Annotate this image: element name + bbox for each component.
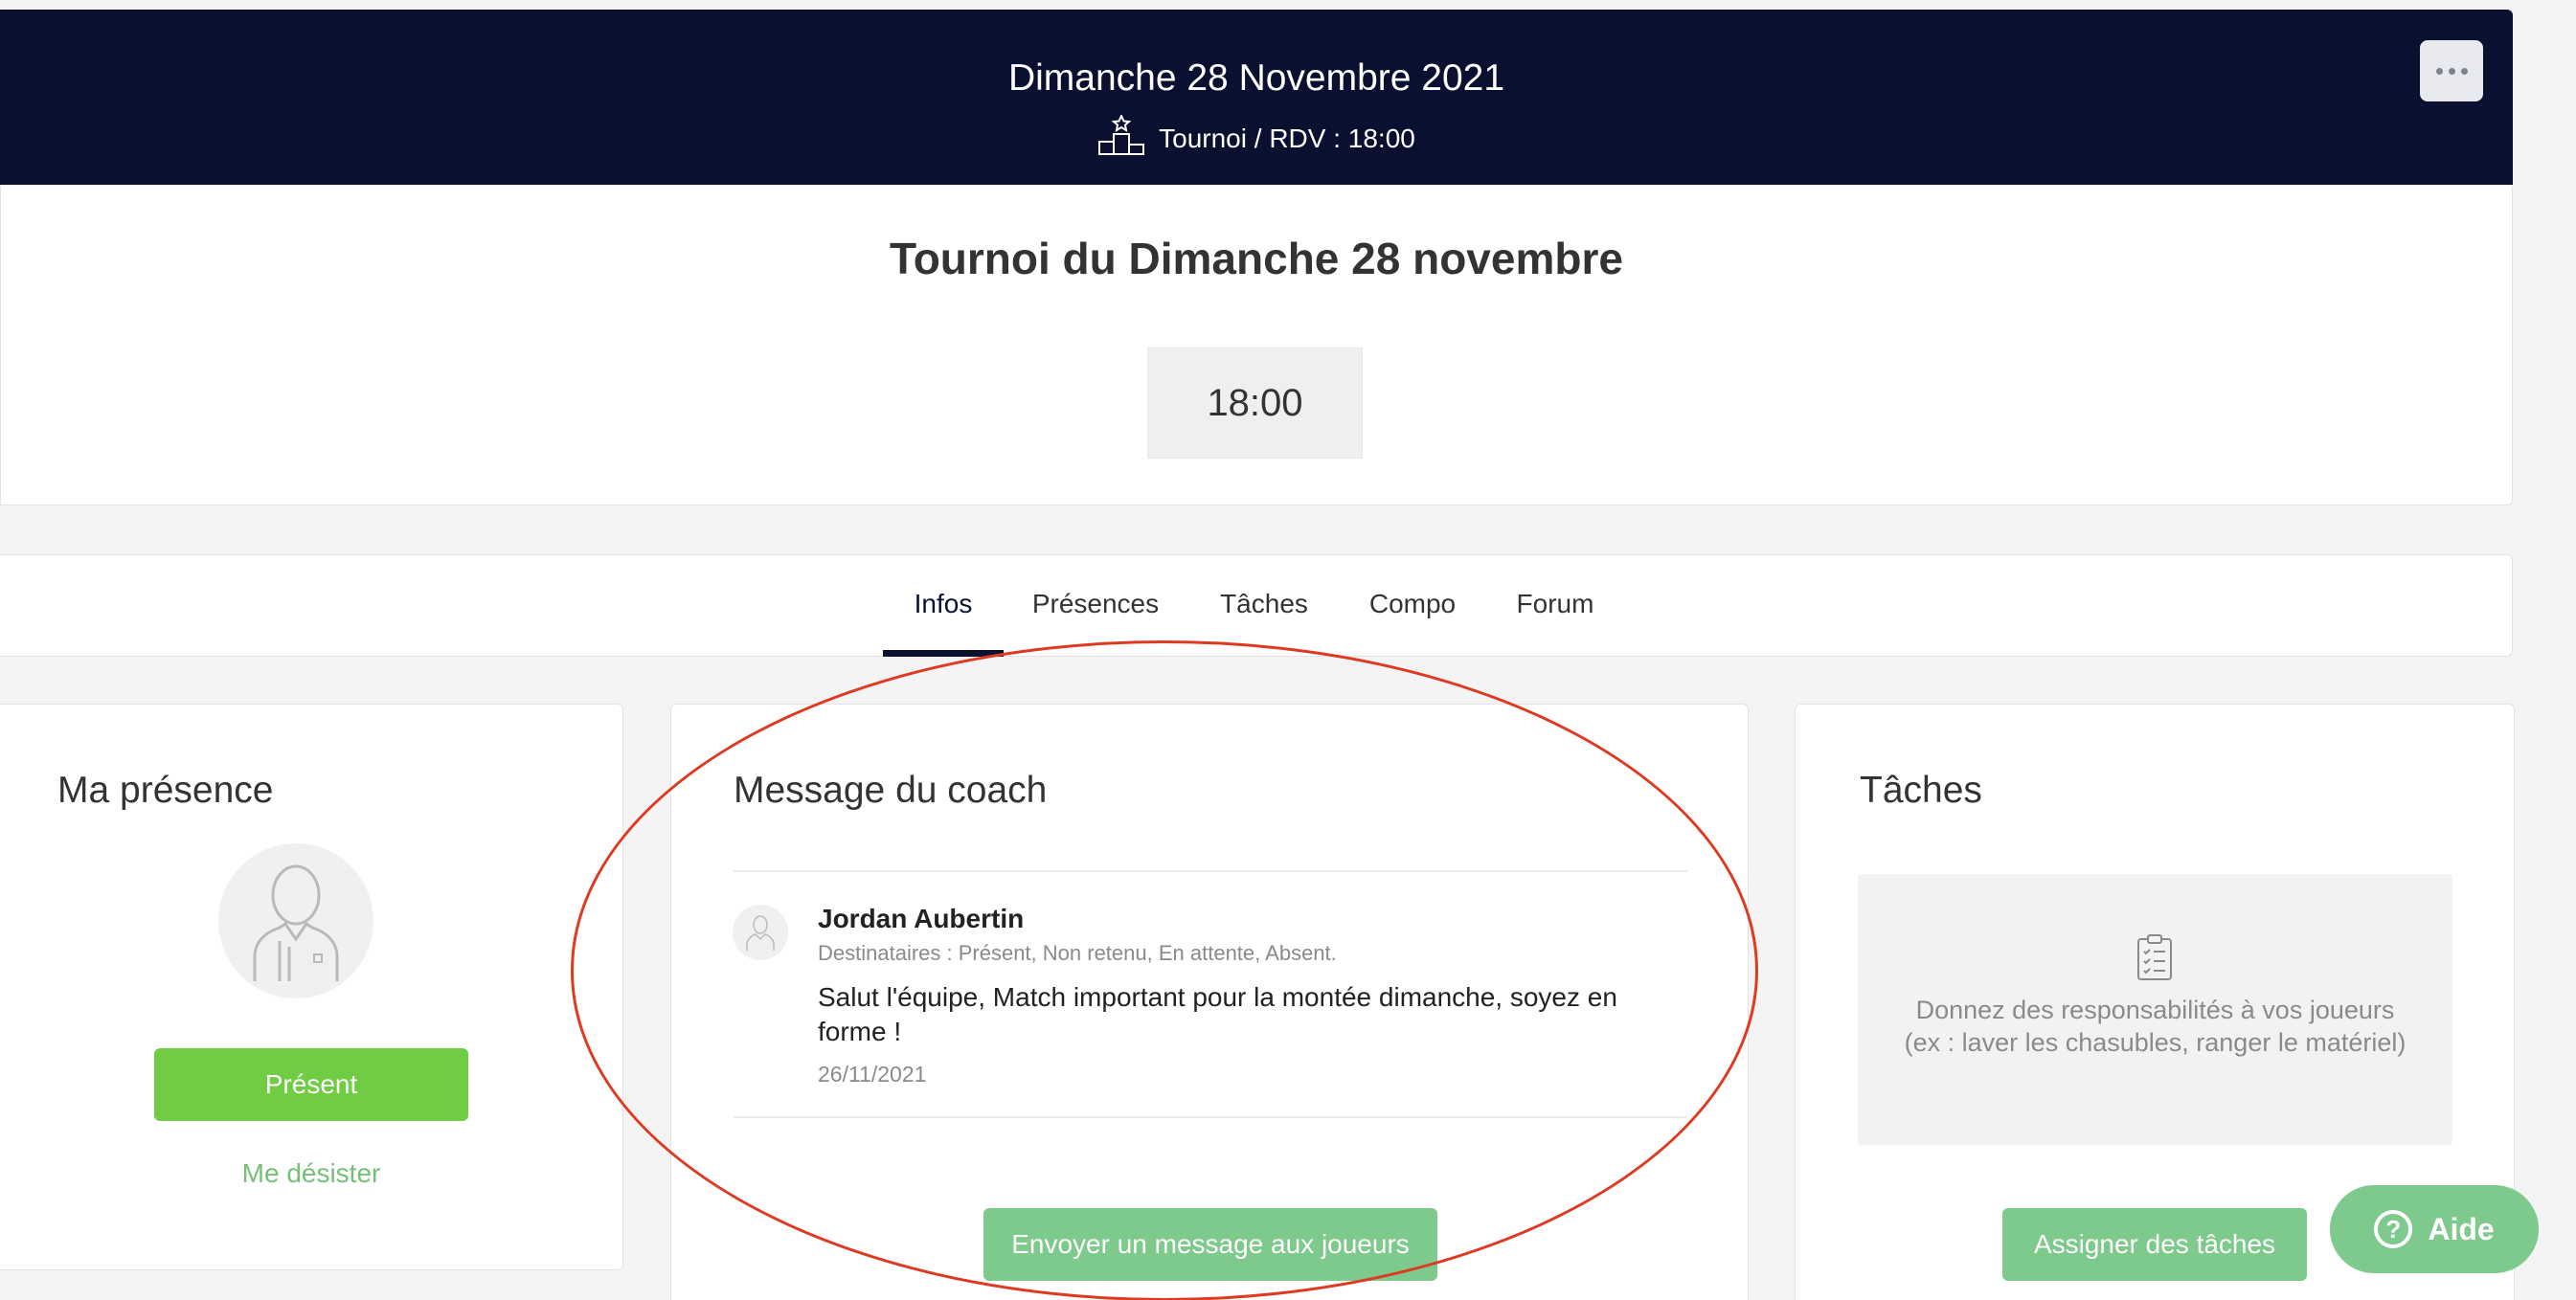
- presence-title: Ma présence: [57, 770, 274, 811]
- more-horizontal-icon: [2435, 67, 2443, 75]
- assign-tasks-button[interactable]: Assigner des tâches: [2002, 1208, 2307, 1281]
- question-circle-icon: ?: [2374, 1210, 2413, 1248]
- coach-message-title: Message du coach: [734, 770, 1048, 811]
- tab-forum[interactable]: Forum: [1509, 555, 1601, 657]
- event-time: 18:00: [1147, 347, 1363, 459]
- event-subtitle: Tournoi / RDV : 18:00: [0, 113, 2513, 162]
- event-title: Tournoi du Dimanche 28 novembre: [890, 234, 1623, 283]
- message-date: 26/11/2021: [818, 1062, 927, 1087]
- player-avatar-icon: [218, 843, 373, 998]
- tasks-title: Tâches: [1860, 770, 1982, 811]
- divider: [734, 1116, 1687, 1118]
- help-label: Aide: [2428, 1211, 2495, 1246]
- podium-icon: [1097, 113, 1145, 162]
- tab-infos[interactable]: Infos: [883, 555, 1004, 657]
- present-button[interactable]: Présent: [154, 1048, 468, 1121]
- event-summary-card: Tournoi du Dimanche 28 novembre 18:00: [0, 185, 2513, 505]
- message-author: Jordan Aubertin: [818, 904, 1025, 933]
- message-body: Salut l'équipe, Match important pour la …: [818, 982, 1617, 1046]
- tab-compo[interactable]: Compo: [1360, 555, 1465, 657]
- clipboard-checklist-icon: [2135, 933, 2174, 986]
- event-page: Dimanche 28 Novembre 2021 Tournoi / RDV …: [0, 0, 2576, 1300]
- coach-avatar-icon: [733, 905, 788, 960]
- event-type-time: Tournoi / RDV : 18:00: [1159, 123, 1415, 153]
- tab-taches[interactable]: Tâches: [1210, 555, 1318, 657]
- help-button[interactable]: ? Aide: [2330, 1185, 2539, 1273]
- message-recipients: Destinataires : Présent, Non retenu, En …: [818, 941, 1337, 965]
- event-tabs: Infos Présences Tâches Compo Forum: [0, 554, 2513, 657]
- divider: [734, 870, 1687, 872]
- tasks-empty-text: Donnez des responsabilités à vos joueurs…: [1904, 996, 2407, 1057]
- withdraw-link[interactable]: Me désister: [154, 1158, 468, 1189]
- send-message-button[interactable]: Envoyer un message aux joueurs: [983, 1208, 1437, 1281]
- coach-message-card: Message du coach Jordan Aubertin Destina…: [670, 704, 1749, 1300]
- tasks-empty-state: Donnez des responsabilités à vos joueurs…: [1858, 874, 2452, 1145]
- event-date: Dimanche 28 Novembre 2021: [1007, 57, 1505, 99]
- presence-card: Ma présence Présent Me désister: [0, 704, 623, 1270]
- tab-presences[interactable]: Présences: [1023, 555, 1168, 657]
- more-options-button[interactable]: [2420, 40, 2483, 101]
- event-header: Dimanche 28 Novembre 2021 Tournoi / RDV …: [0, 10, 2513, 185]
